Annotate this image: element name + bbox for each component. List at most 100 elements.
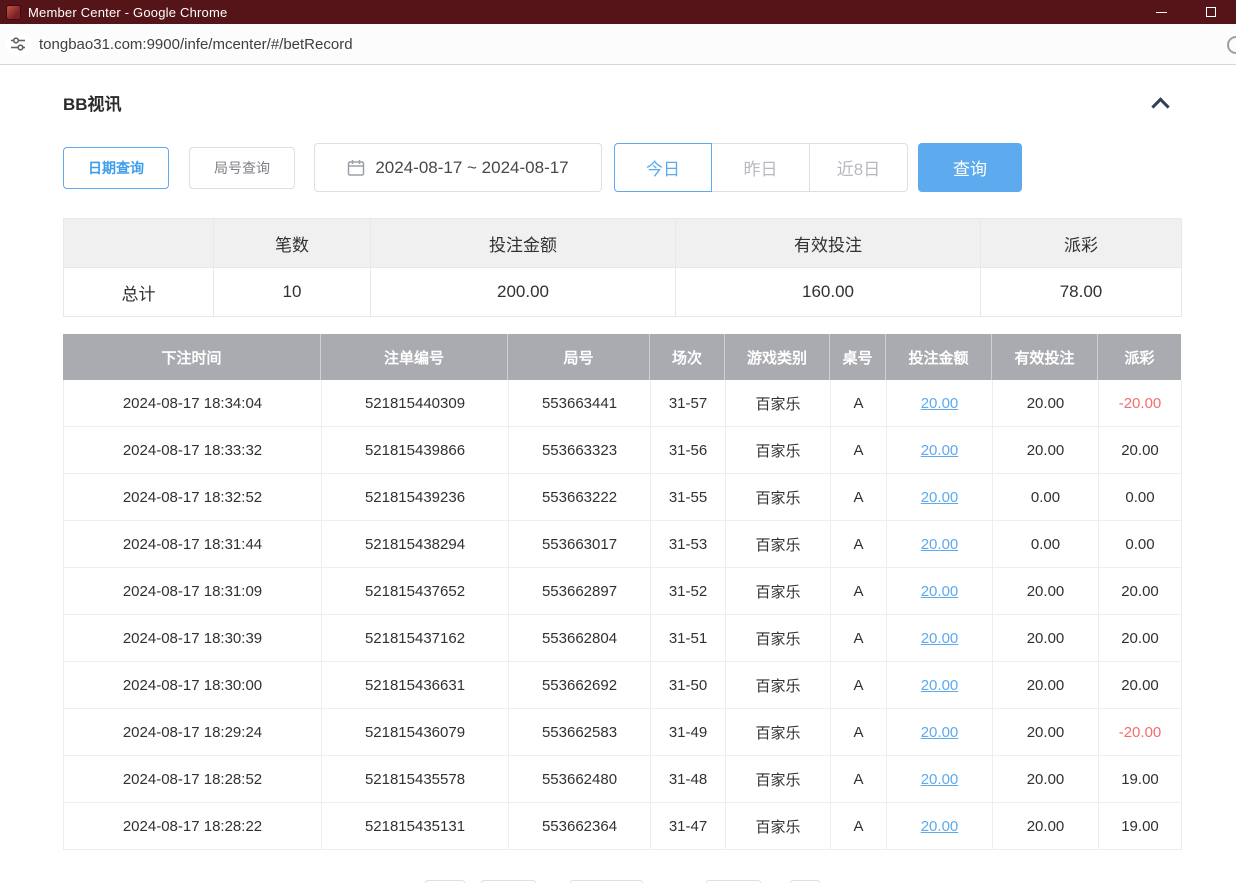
table-row: 2024-08-17 18:31:09 521815437652 5536628… — [63, 568, 1181, 615]
bet-amount-cell: 20.00 — [887, 474, 993, 521]
bet-time-cell: 2024-08-17 18:33:32 — [64, 427, 322, 474]
site-settings-icon[interactable] — [5, 31, 31, 57]
summary-header-row: 笔数 投注金额 有效投注 派彩 — [64, 219, 1181, 268]
round-number-cell: 553663441 — [509, 380, 651, 427]
game-type-cell: 百家乐 — [726, 756, 831, 803]
page-content: BB视讯 日期查询 局号查询 2024-08-17 ~ 2024-08-17 今… — [0, 90, 1236, 883]
quick-range-last8days[interactable]: 近8日 — [810, 143, 908, 192]
bet-amount-link[interactable]: 20.00 — [921, 395, 959, 412]
calendar-icon — [347, 159, 365, 177]
table-row: 2024-08-17 18:32:52 521815439236 5536632… — [63, 474, 1181, 521]
bet-id-cell: 521815437652 — [322, 568, 509, 615]
bet-amount-cell: 20.00 — [887, 521, 993, 568]
bet-id-cell: 521815437162 — [322, 615, 509, 662]
section-title: BB视讯 — [63, 90, 122, 115]
bet-time-cell: 2024-08-17 18:31:44 — [64, 521, 322, 568]
table-row: 2024-08-17 18:30:00 521815436631 5536626… — [63, 662, 1181, 709]
table-code-cell: A — [831, 380, 887, 427]
session-cell: 31-49 — [651, 709, 726, 756]
table-code-cell: A — [831, 427, 887, 474]
window-controls — [1136, 0, 1236, 24]
bet-record-table: 下注时间 注单编号 局号 场次 游戏类别 桌号 投注金额 有效投注 派彩 202… — [63, 334, 1181, 850]
col-header-game-type: 游戏类别 — [725, 334, 830, 380]
session-cell: 31-52 — [651, 568, 726, 615]
session-cell: 31-55 — [651, 474, 726, 521]
bet-time-cell: 2024-08-17 18:34:04 — [64, 380, 322, 427]
window-titlebar: Member Center - Google Chrome — [0, 0, 1236, 24]
payout-cell: -20.00 — [1099, 709, 1182, 756]
round-number-cell: 553662897 — [509, 568, 651, 615]
maximize-button[interactable] — [1186, 0, 1236, 24]
session-cell: 31-56 — [651, 427, 726, 474]
bet-id-cell: 521815435131 — [322, 803, 509, 850]
collapse-chevron-icon[interactable] — [1151, 97, 1169, 115]
summary-header-bet-amount: 投注金额 — [371, 219, 676, 268]
game-type-cell: 百家乐 — [726, 615, 831, 662]
summary-header-valid-bet: 有效投注 — [676, 219, 981, 268]
game-type-cell: 百家乐 — [726, 803, 831, 850]
valid-bet-cell: 20.00 — [993, 427, 1099, 474]
round-number-cell: 553662364 — [509, 803, 651, 850]
bet-amount-link[interactable]: 20.00 — [921, 489, 959, 506]
summary-total-row: 总计 10 200.00 160.00 78.00 — [64, 268, 1181, 317]
session-cell: 31-47 — [651, 803, 726, 850]
browser-action-icon[interactable] — [1227, 36, 1236, 54]
bet-time-cell: 2024-08-17 18:28:52 — [64, 756, 322, 803]
valid-bet-cell: 0.00 — [993, 474, 1099, 521]
maximize-icon — [1206, 7, 1216, 17]
table-code-cell: A — [831, 521, 887, 568]
game-type-cell: 百家乐 — [726, 427, 831, 474]
bet-amount-link[interactable]: 20.00 — [921, 630, 959, 647]
date-query-tab[interactable]: 日期查询 — [63, 147, 169, 189]
col-header-bet-id: 注单编号 — [321, 334, 508, 380]
summary-header-count: 笔数 — [214, 219, 371, 268]
game-type-cell: 百家乐 — [726, 709, 831, 756]
round-query-tab[interactable]: 局号查询 — [189, 147, 295, 189]
bet-amount-link[interactable]: 20.00 — [921, 583, 959, 600]
section-header: BB视讯 — [63, 90, 1181, 115]
round-number-cell: 553662583 — [509, 709, 651, 756]
col-header-bet-time: 下注时间 — [63, 334, 321, 380]
col-header-round: 局号 — [508, 334, 650, 380]
session-cell: 31-53 — [651, 521, 726, 568]
bet-amount-cell: 20.00 — [887, 756, 993, 803]
bet-id-cell: 521815439866 — [322, 427, 509, 474]
table-code-cell: A — [831, 615, 887, 662]
search-button[interactable]: 查询 — [918, 143, 1022, 192]
table-header-row: 下注时间 注单编号 局号 场次 游戏类别 桌号 投注金额 有效投注 派彩 — [63, 334, 1181, 380]
quick-range-yesterday[interactable]: 昨日 — [712, 143, 810, 192]
table-row: 2024-08-17 18:31:44 521815438294 5536630… — [63, 521, 1181, 568]
payout-cell: 0.00 — [1099, 521, 1182, 568]
round-number-cell: 553663323 — [509, 427, 651, 474]
summary-payout-value: 78.00 — [981, 268, 1182, 317]
bet-amount-link[interactable]: 20.00 — [921, 442, 959, 459]
bet-time-cell: 2024-08-17 18:32:52 — [64, 474, 322, 521]
bet-time-cell: 2024-08-17 18:30:00 — [64, 662, 322, 709]
url-text[interactable]: tongbao31.com:9900/infe/mcenter/#/betRec… — [39, 36, 353, 53]
app-icon — [6, 5, 21, 20]
bet-amount-link[interactable]: 20.00 — [921, 771, 959, 788]
round-number-cell: 553662692 — [509, 662, 651, 709]
payout-cell: 20.00 — [1099, 615, 1182, 662]
window-title: Member Center - Google Chrome — [28, 5, 227, 20]
bet-time-cell: 2024-08-17 18:29:24 — [64, 709, 322, 756]
payout-cell: 20.00 — [1099, 662, 1182, 709]
session-cell: 31-57 — [651, 380, 726, 427]
table-row: 2024-08-17 18:30:39 521815437162 5536628… — [63, 615, 1181, 662]
bet-amount-link[interactable]: 20.00 — [921, 536, 959, 553]
valid-bet-cell: 20.00 — [993, 380, 1099, 427]
bet-amount-link[interactable]: 20.00 — [921, 724, 959, 741]
bet-amount-link[interactable]: 20.00 — [921, 818, 959, 835]
payout-cell: 0.00 — [1099, 474, 1182, 521]
quick-range-today[interactable]: 今日 — [614, 143, 712, 192]
bet-amount-cell: 20.00 — [887, 709, 993, 756]
round-number-cell: 553663222 — [509, 474, 651, 521]
valid-bet-cell: 20.00 — [993, 568, 1099, 615]
summary-header-empty — [64, 219, 214, 268]
minimize-button[interactable] — [1136, 0, 1186, 24]
date-range-picker[interactable]: 2024-08-17 ~ 2024-08-17 — [314, 143, 602, 192]
bet-amount-link[interactable]: 20.00 — [921, 677, 959, 694]
valid-bet-cell: 20.00 — [993, 662, 1099, 709]
table-code-cell: A — [831, 803, 887, 850]
bet-id-cell: 521815435578 — [322, 756, 509, 803]
